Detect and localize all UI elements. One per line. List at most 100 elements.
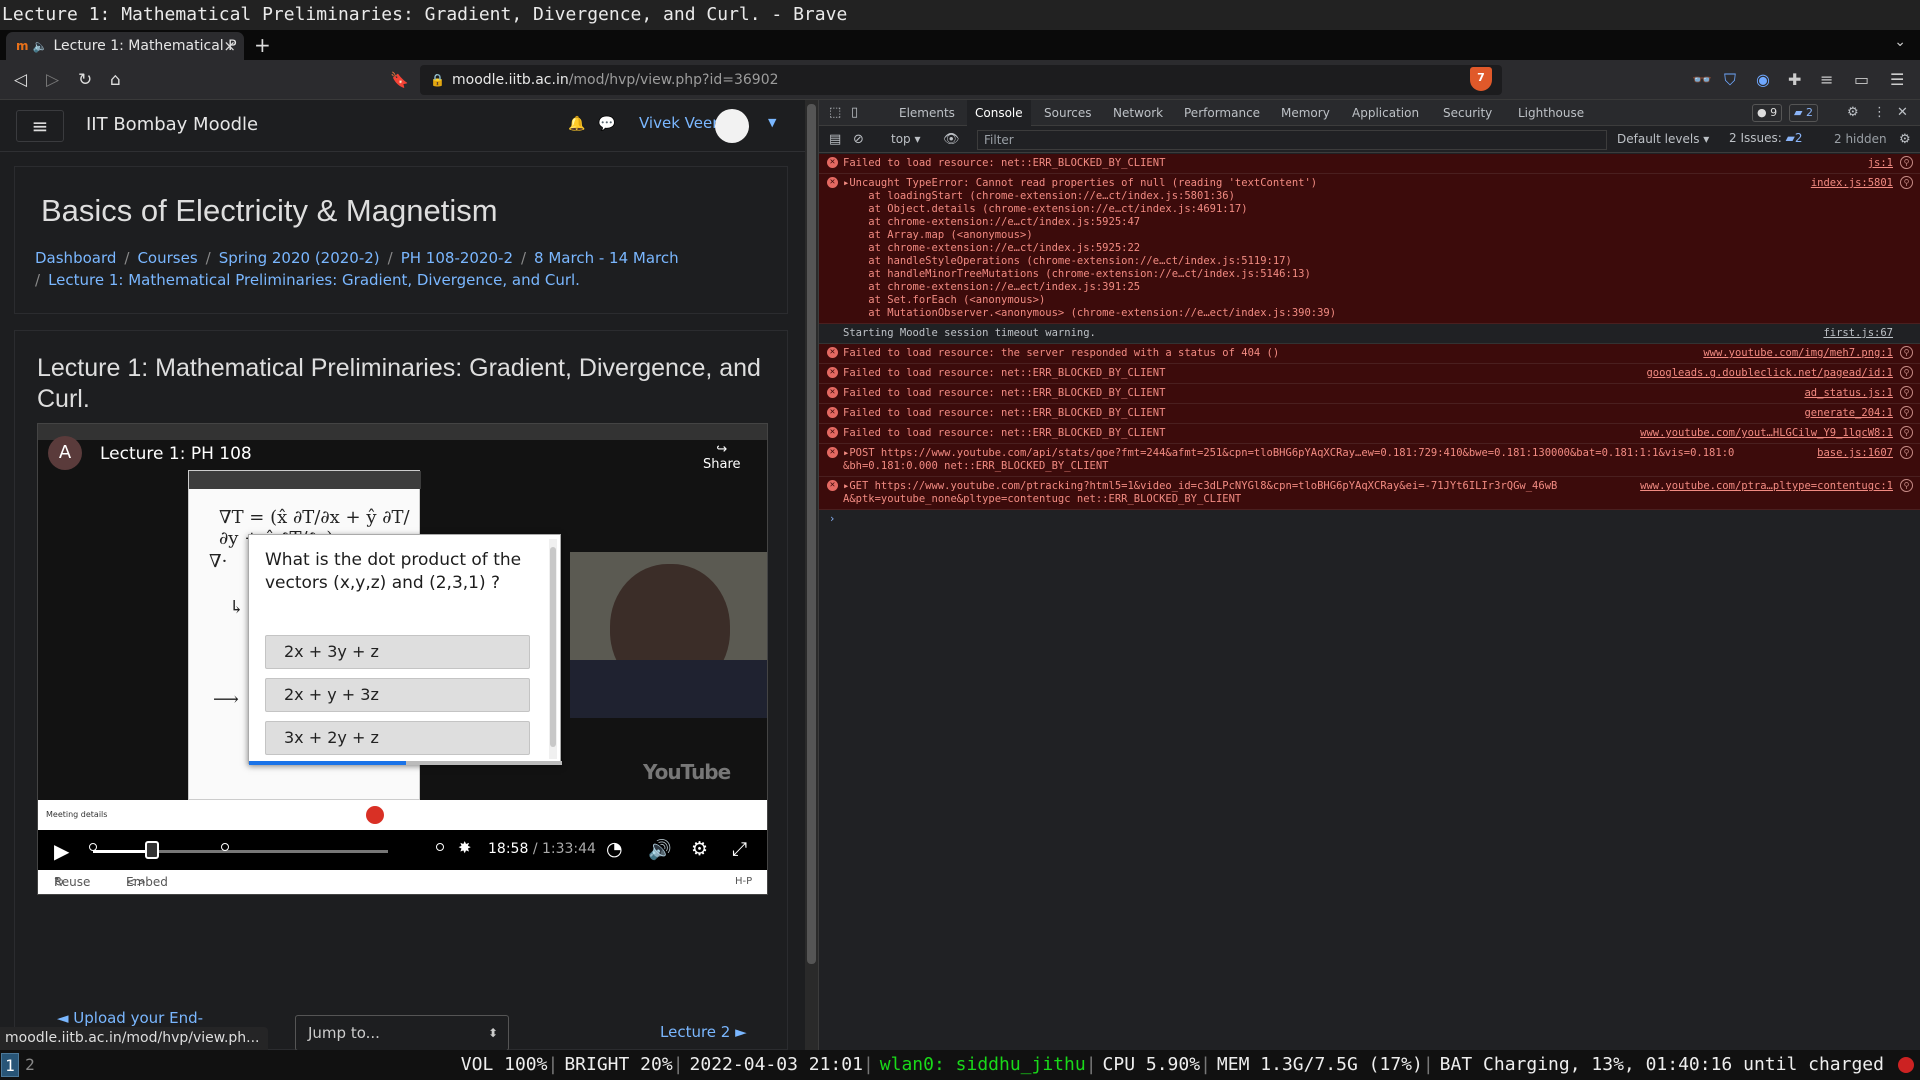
console-message[interactable]: ✕ ▸Uncaught TypeError: Cannot read proper… (819, 174, 1920, 324)
breadcrumb-week[interactable]: 8 March - 14 March (534, 249, 679, 267)
explain-message-icon[interactable]: ⚲ (1900, 366, 1913, 379)
console-source-link[interactable]: first.js:67 (1823, 327, 1893, 340)
console-source-link[interactable]: ad_status.js:1 (1804, 387, 1893, 400)
breadcrumb-dashboard[interactable]: Dashboard (35, 249, 116, 267)
quiz-answer-1[interactable]: 2x + 3y + z (265, 635, 530, 669)
console-message[interactable]: ✕ Failed to load resource: net::ERR_BLOCK… (819, 404, 1920, 424)
console-message[interactable]: ✕ ▸GET https://www.youtube.com/ptracking?… (819, 477, 1920, 510)
avatar[interactable] (715, 109, 749, 143)
next-activity-link[interactable]: Lecture 2 ► (660, 1023, 747, 1041)
console-filter-input[interactable]: Filter (977, 130, 1607, 150)
console-prompt[interactable]: › (819, 510, 1920, 528)
breadcrumb-courses[interactable]: Courses (137, 249, 197, 267)
back-icon[interactable]: ◁ (14, 68, 27, 92)
video-title[interactable]: Lecture 1: PH 108 (100, 444, 252, 464)
console-source-link[interactable]: generate_204:1 (1804, 407, 1893, 420)
interaction-marker[interactable] (221, 843, 229, 851)
new-tab-button[interactable]: + (254, 32, 271, 58)
bookmark-icon[interactable]: 🔖 (390, 68, 409, 92)
inspect-element-icon[interactable]: ⬚ (829, 105, 841, 120)
workspace-2[interactable]: 2 (21, 1053, 39, 1077)
explain-message-icon[interactable]: ⚲ (1900, 406, 1913, 419)
tab-console[interactable]: Console (967, 100, 1031, 126)
bell-icon[interactable]: 🔔 (568, 116, 585, 132)
play-icon[interactable]: ▶ (54, 839, 69, 863)
jump-to-select[interactable]: Jump to... ⬍ (295, 1015, 509, 1050)
tab-network[interactable]: Network (1113, 100, 1163, 126)
page-scroll-thumb[interactable] (807, 104, 816, 964)
breadcrumb-course[interactable]: PH 108-2020-2 (401, 249, 513, 267)
console-message[interactable]: ✕ Failed to load resource: net::ERR_BLOCK… (819, 364, 1920, 384)
error-count-badge[interactable]: ● 9 (1752, 104, 1783, 122)
chat-icon[interactable]: 💬 (598, 116, 615, 132)
reload-icon[interactable]: ↻ (78, 68, 92, 92)
playlist-icon[interactable]: ≡ (1820, 70, 1833, 89)
console-message[interactable]: Starting Moodle session timeout warning.… (819, 324, 1920, 344)
settings-gear-icon[interactable]: ⚙ (691, 838, 708, 860)
live-expression-eye-icon[interactable]: 👁 (943, 132, 960, 147)
share-button[interactable]: ↪ Share (703, 442, 741, 472)
issues-button[interactable]: 2 Issues: ▰2 (1729, 131, 1802, 145)
context-select[interactable]: top ▾ (891, 132, 921, 146)
bookmark-star-icon[interactable]: ✸ (458, 838, 471, 857)
page-scrollbar[interactable] (805, 100, 818, 1050)
speed-icon[interactable]: ◔ (606, 838, 623, 860)
explain-message-icon[interactable]: ⚲ (1900, 446, 1913, 459)
tab-sources[interactable]: Sources (1044, 100, 1091, 126)
forward-icon[interactable]: ▷ (46, 68, 59, 92)
quiz-scroll-thumb[interactable] (550, 547, 556, 747)
video-frame[interactable]: ∇T = (x̂ ∂T/∂x + ŷ ∂T/∂y + ẑ ∂T/∂z) ∇· ↳… (38, 424, 767, 800)
wallet-icon[interactable]: ▭ (1854, 70, 1869, 89)
browser-tab[interactable]: m 🔈 Lecture 1: Mathematical P × (6, 32, 244, 60)
explain-message-icon[interactable]: ⚲ (1900, 386, 1913, 399)
sidebar-toggle-icon[interactable]: ▤ (829, 132, 841, 147)
console-message[interactable]: ✕ Failed to load resource: the server res… (819, 344, 1920, 364)
tab-memory[interactable]: Memory (1281, 100, 1330, 126)
tab-performance[interactable]: Performance (1184, 100, 1260, 126)
fullscreen-icon[interactable]: ⤢ (732, 838, 747, 860)
seek-handle[interactable] (145, 841, 159, 859)
devtools-close-icon[interactable]: ✕ (1897, 105, 1908, 120)
explain-message-icon[interactable]: ⚲ (1900, 479, 1913, 492)
glasses-extension-icon[interactable]: 👓 (1692, 70, 1712, 89)
shield-extension-icon[interactable]: ⛉ (1724, 70, 1736, 90)
tab-lighthouse[interactable]: Lighthouse (1518, 100, 1584, 126)
brave-shields-icon[interactable]: 7 (1470, 67, 1492, 91)
breadcrumb-lecture[interactable]: Lecture 1: Mathematical Preliminaries: G… (48, 271, 580, 289)
workspace-1[interactable]: 1 (1, 1053, 19, 1077)
quiz-answer-2[interactable]: 2x + y + 3z (265, 678, 530, 712)
menu-icon[interactable]: ☰ (1890, 70, 1904, 89)
console-message[interactable]: ✕ ▸POST https://www.youtube.com/api/stats… (819, 444, 1920, 477)
device-toolbar-icon[interactable]: ▯ (851, 105, 858, 120)
console-source-link[interactable]: index.js:5801 (1811, 177, 1893, 190)
explain-message-icon[interactable]: ⚲ (1900, 156, 1913, 169)
explain-message-icon[interactable]: ⚲ (1900, 176, 1913, 189)
user-name[interactable]: Vivek Veer (639, 114, 718, 132)
user-menu-caret-icon[interactable]: ▼ (768, 116, 776, 129)
interaction-marker[interactable] (89, 843, 97, 851)
console-source-link[interactable]: www.youtube.com/ptra…pltype=contentugc:1 (1640, 480, 1893, 493)
tray-record-icon[interactable] (1898, 1057, 1914, 1073)
log-levels-dropdown[interactable]: Default levels ▾ (1617, 132, 1709, 146)
extensions-puzzle-icon[interactable]: ✚ (1788, 70, 1801, 89)
console-source-link[interactable]: www.youtube.com/yout…HLGCilw_Y9_1lqcW8:1 (1640, 427, 1893, 440)
devtools-settings-icon[interactable]: ⚙ (1847, 105, 1859, 120)
volume-icon[interactable]: 🔊 (648, 838, 672, 861)
console-message[interactable]: ✕ Failed to load resource: net::ERR_BLOCK… (819, 154, 1920, 174)
tab-list-chevron-icon[interactable]: ⌄ (1894, 34, 1906, 50)
message-count-badge[interactable]: ▰ 2 (1789, 104, 1818, 122)
explain-message-icon[interactable]: ⚲ (1900, 346, 1913, 359)
speaker-icon[interactable]: 🔈 (33, 39, 48, 53)
breadcrumb-term[interactable]: Spring 2020 (2020-2) (219, 249, 380, 267)
home-icon[interactable]: ⌂ (110, 68, 121, 92)
site-name[interactable]: IIT Bombay Moodle (86, 114, 258, 135)
console-source-link[interactable]: googleads.g.doubleclick.net/pagead/id:1 (1646, 367, 1893, 380)
channel-avatar[interactable]: A (48, 436, 82, 470)
devtools-more-icon[interactable]: ⋮ (1873, 105, 1886, 120)
globe-extension-icon[interactable]: ◉ (1756, 70, 1770, 89)
interaction-marker[interactable] (436, 843, 444, 851)
quiz-answer-3[interactable]: 3x + 2y + z (265, 721, 530, 755)
tab-elements[interactable]: Elements (899, 100, 955, 126)
console-source-link[interactable]: www.youtube.com/img/meh7.png:1 (1703, 347, 1893, 360)
h5p-logo[interactable]: H-P (735, 870, 752, 894)
